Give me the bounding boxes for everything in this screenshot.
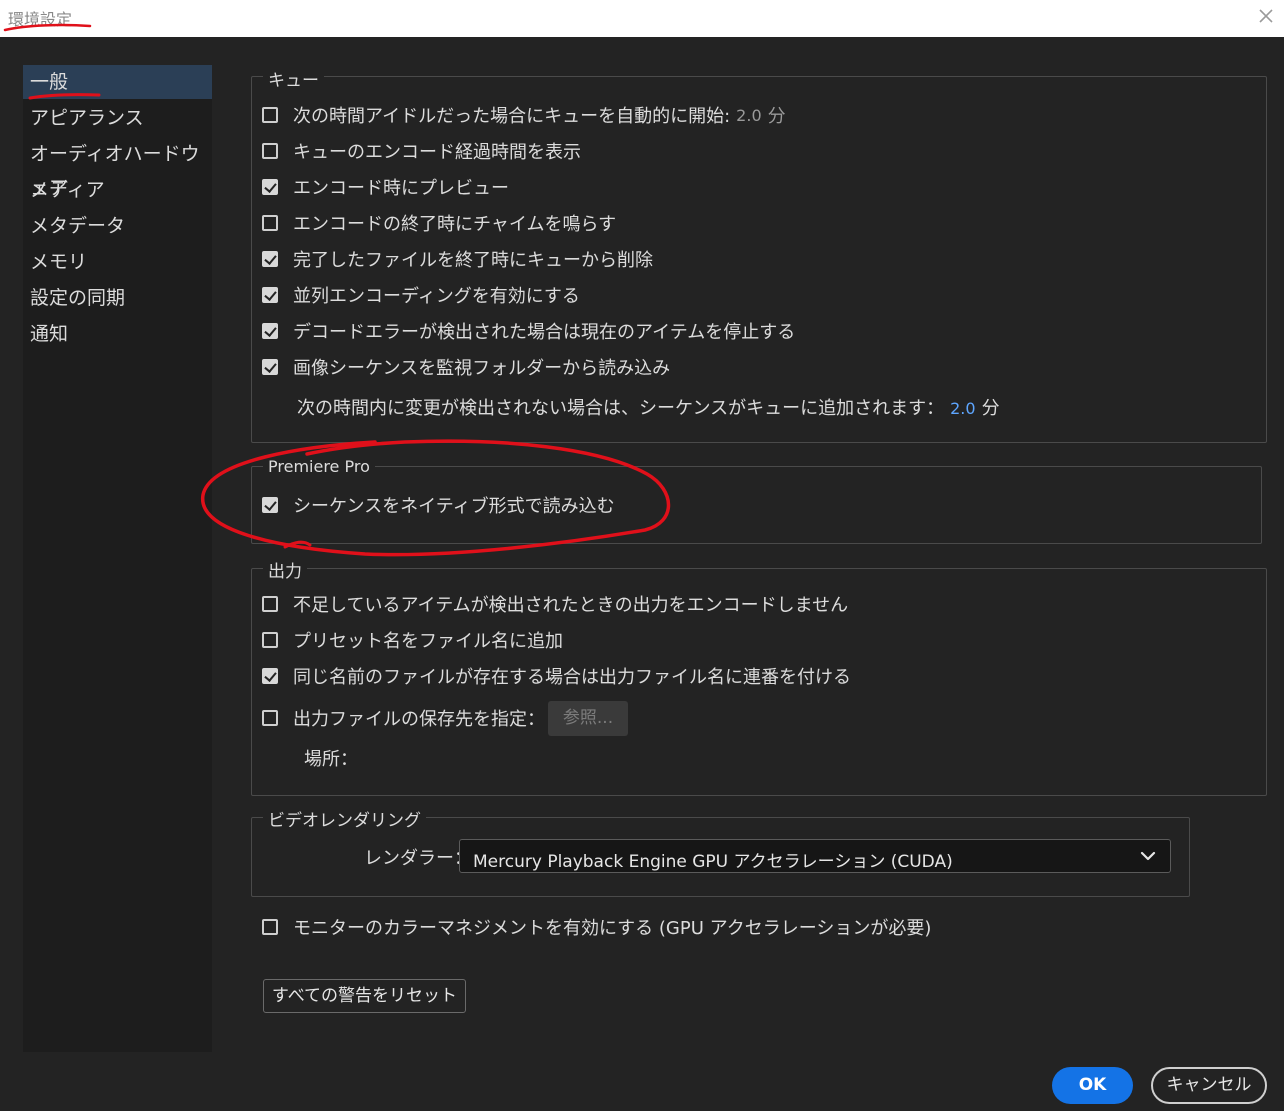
sidebar-item-sync-settings[interactable]: 設定の同期 — [23, 281, 212, 315]
option-label: モニターのカラーマネジメントを有効にする (GPU アクセラレーションが必要) — [293, 918, 932, 939]
sidebar-item-label: メタデータ — [30, 215, 126, 237]
stop-on-decode-error-option[interactable]: デコードエラーが検出された場合は現在のアイテムを停止する — [262, 318, 795, 344]
sidebar-item-label: 通知 — [30, 323, 69, 345]
chime-on-complete-checkbox[interactable] — [262, 215, 278, 231]
option-label: デコードエラーが検出された場合は現在のアイテムを停止する — [293, 322, 796, 343]
red-underline-annotation — [3, 23, 92, 32]
sidebar-item-label: メディア — [30, 179, 105, 201]
option-label: キューのエンコード経過時間を表示 — [293, 142, 581, 163]
option-label: 完了したファイルを終了時にキューから削除 — [293, 250, 653, 271]
close-icon[interactable] — [1254, 4, 1278, 28]
sequence-wait-setting: 次の時間内に変更が検出されない場合は、シーケンスがキューに追加されます： 2.0 分 — [297, 394, 1000, 420]
option-label: プリセット名をファイル名に追加 — [293, 631, 563, 652]
parallel-encoding-checkbox[interactable] — [262, 287, 278, 303]
ok-button[interactable]: OK — [1052, 1067, 1133, 1104]
option-label: エンコード時にプレビュー — [293, 178, 509, 199]
sidebar-item-metadata[interactable]: メタデータ — [23, 209, 212, 243]
show-elapsed-time-checkbox[interactable] — [262, 143, 278, 159]
sequence-wait-value[interactable]: 2.0 — [950, 399, 975, 418]
specify-output-location-option[interactable]: 出力ファイルの保存先を指定： — [262, 705, 545, 731]
remove-completed-files-option[interactable]: 完了したファイルを終了時にキューから削除 — [262, 246, 653, 272]
video-rendering-legend: ビデオレンダリング — [263, 806, 426, 831]
idle-time-value[interactable]: 2.0 — [736, 106, 761, 125]
option-label: 出力ファイルの保存先を指定： — [293, 709, 545, 730]
monitor-color-management-checkbox[interactable] — [262, 919, 278, 935]
red-circle-annotation — [201, 439, 671, 557]
renderer-label: レンダラー： — [364, 848, 472, 869]
skip-missing-items-option[interactable]: 不足しているアイテムが検出されたときの出力をエンコードしません — [262, 591, 848, 617]
sidebar-item-label: 設定の同期 — [30, 287, 126, 309]
renderer-selected-value: Mercury Playback Engine GPU アクセラレーション (C… — [473, 852, 953, 872]
sidebar-item-media[interactable]: メディア — [23, 173, 212, 207]
sidebar-item-label: アピアランス — [30, 107, 144, 129]
browse-button[interactable]: 参照... — [548, 701, 628, 736]
import-image-sequences-option[interactable]: 画像シーケンスを監視フォルダーから読み込み — [262, 354, 670, 380]
stop-on-decode-error-checkbox[interactable] — [262, 323, 278, 339]
show-elapsed-time-option[interactable]: キューのエンコード経過時間を表示 — [262, 138, 581, 164]
sidebar: 一般 アピアランス オーディオハードウェア メディア メタデータ メモリ 設定の… — [23, 65, 212, 1052]
sequence-wait-unit: 分 — [981, 398, 1000, 419]
append-preset-name-checkbox[interactable] — [262, 632, 278, 648]
preview-while-encoding-checkbox[interactable] — [262, 179, 278, 195]
sequence-wait-label: 次の時間内に変更が検出されない場合は、シーケンスがキューに追加されます： — [297, 398, 945, 419]
sidebar-item-memory[interactable]: メモリ — [23, 245, 212, 279]
option-label: 画像シーケンスを監視フォルダーから読み込み — [293, 358, 671, 379]
sidebar-item-label: 一般 — [30, 71, 69, 93]
option-label: エンコードの終了時にチャイムを鳴らす — [293, 214, 617, 235]
auto-start-queue-option[interactable]: 次の時間アイドルだった場合にキューを自動的に開始: 2.0 分 — [262, 102, 786, 128]
monitor-color-management-option[interactable]: モニターのカラーマネジメントを有効にする (GPU アクセラレーションが必要) — [262, 914, 931, 940]
reset-all-warnings-button[interactable]: すべての警告をリセット — [263, 979, 466, 1013]
option-label: 次の時間アイドルだった場合にキューを自動的に開始: — [293, 106, 731, 127]
option-label: 同じ名前のファイルが存在する場合は出力ファイル名に連番を付ける — [293, 667, 851, 688]
sidebar-item-label: メモリ — [30, 251, 88, 273]
renderer-select[interactable]: Mercury Playback Engine GPU アクセラレーション (C… — [459, 839, 1171, 873]
cancel-button[interactable]: キャンセル — [1151, 1067, 1267, 1104]
option-label: 不足しているアイテムが検出されたときの出力をエンコードしません — [293, 595, 849, 616]
append-preset-name-option[interactable]: プリセット名をファイル名に追加 — [262, 627, 563, 653]
increment-filename-checkbox[interactable] — [262, 668, 278, 684]
option-label: 並列エンコーディングを有効にする — [293, 286, 580, 307]
sidebar-item-audio-hardware[interactable]: オーディオハードウェア — [23, 137, 212, 199]
queue-legend: キュー — [263, 66, 324, 91]
skip-missing-items-checkbox[interactable] — [262, 596, 278, 612]
sidebar-item-notifications[interactable]: 通知 — [23, 317, 212, 351]
chevron-down-icon — [1140, 851, 1156, 861]
parallel-encoding-option[interactable]: 並列エンコーディングを有効にする — [262, 282, 580, 308]
remove-completed-files-checkbox[interactable] — [262, 251, 278, 267]
preview-while-encoding-option[interactable]: エンコード時にプレビュー — [262, 174, 509, 200]
idle-time-unit: 分 — [767, 106, 786, 127]
import-image-sequences-checkbox[interactable] — [262, 359, 278, 375]
increment-filename-option[interactable]: 同じ名前のファイルが存在する場合は出力ファイル名に連番を付ける — [262, 663, 851, 689]
chime-on-complete-option[interactable]: エンコードの終了時にチャイムを鳴らす — [262, 210, 616, 236]
output-location-label: 場所： — [304, 749, 358, 770]
auto-start-queue-checkbox[interactable] — [262, 107, 278, 123]
sidebar-item-appearance[interactable]: アピアランス — [23, 101, 212, 135]
specify-output-location-checkbox[interactable] — [262, 710, 278, 726]
title-bar: 環境設定 — [0, 0, 1284, 37]
